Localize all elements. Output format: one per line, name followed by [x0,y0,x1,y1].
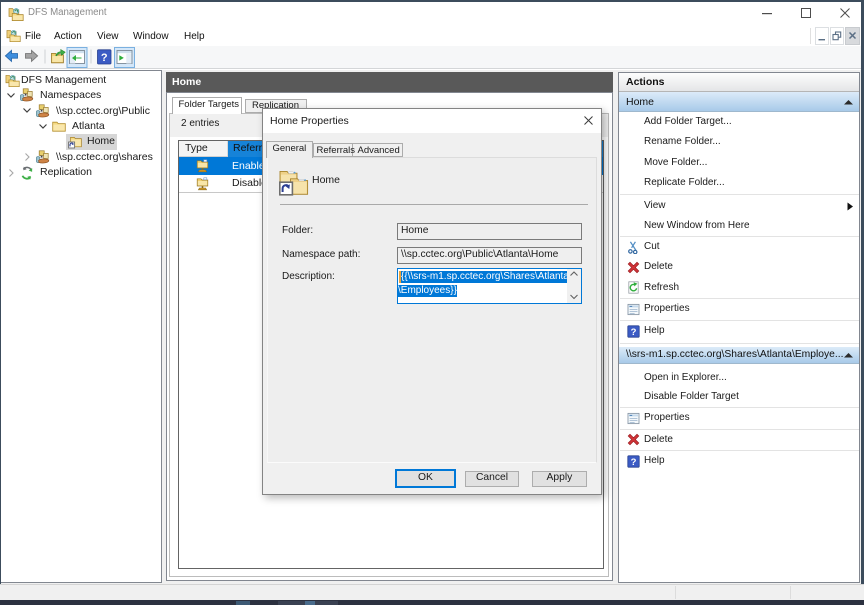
svg-text:?: ? [631,327,637,338]
svg-text:?: ? [631,457,637,468]
svg-text:?: ? [101,52,108,64]
